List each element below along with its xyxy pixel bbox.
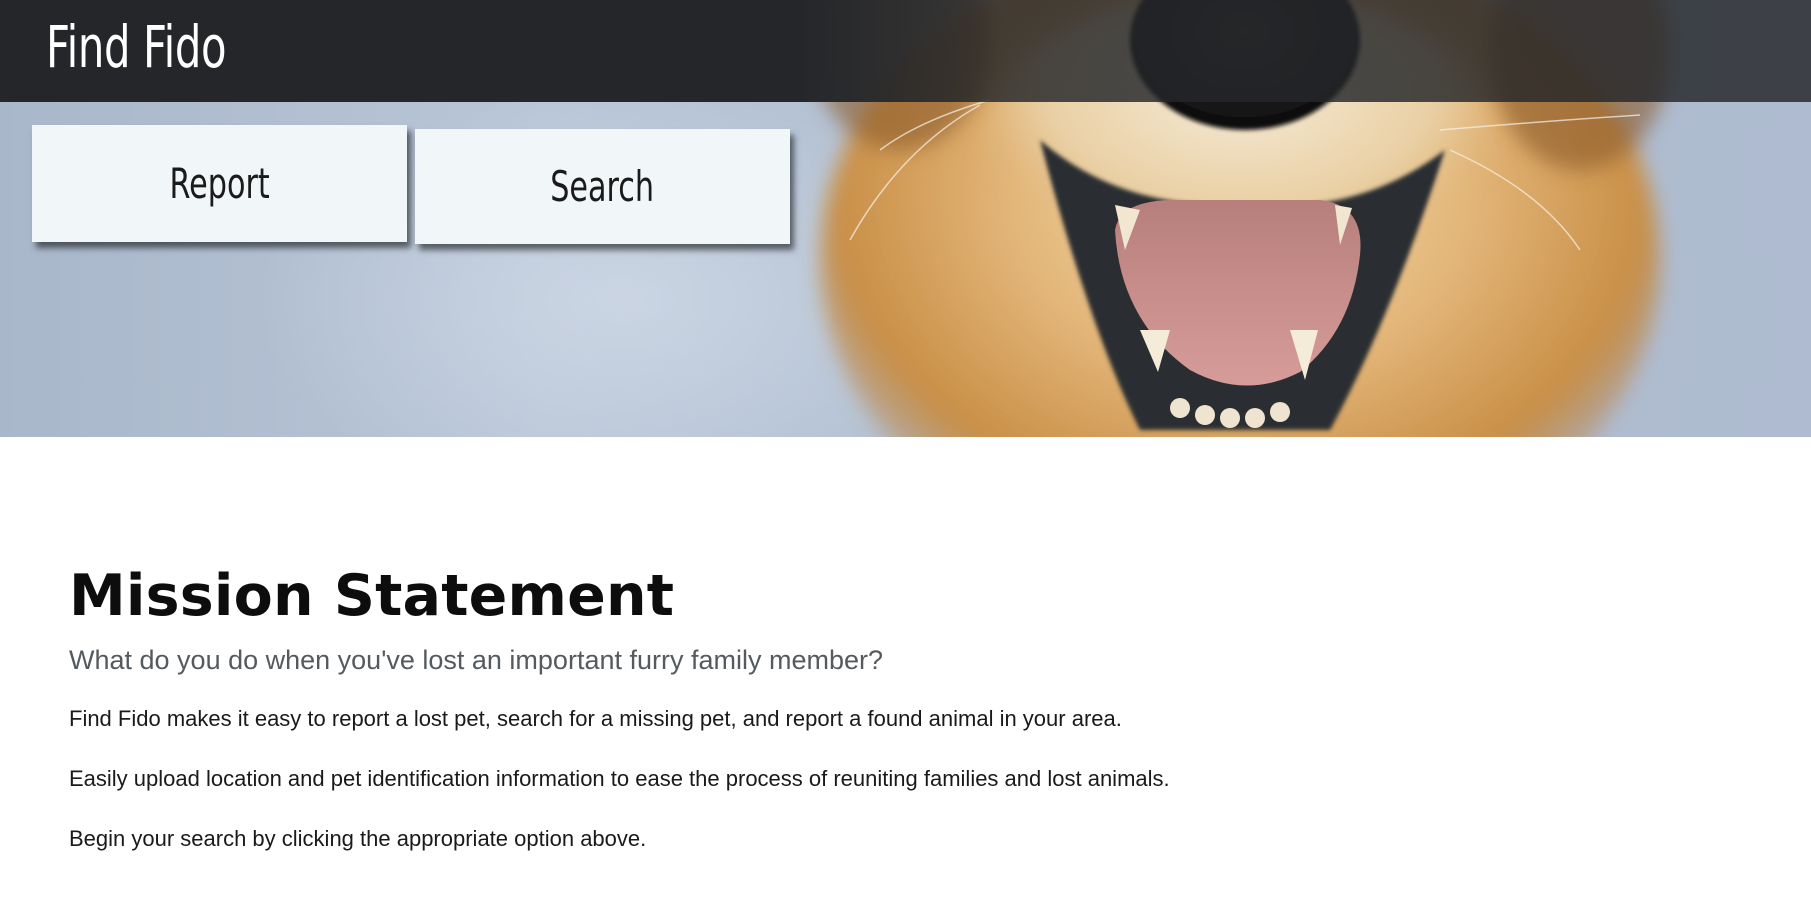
- report-button[interactable]: Report: [32, 125, 407, 242]
- brand-logo[interactable]: Find Fido: [46, 18, 227, 76]
- mission-section: Mission Statement What do you do when yo…: [69, 560, 1749, 854]
- search-button-label: Search: [550, 162, 655, 211]
- search-button[interactable]: Search: [415, 129, 790, 244]
- report-button-label: Report: [169, 159, 270, 208]
- mission-paragraph: Find Fido makes it easy to report a lost…: [69, 706, 1122, 731]
- mission-title: Mission Statement: [69, 563, 675, 629]
- mission-subtitle: What do you do when you've lost an impor…: [69, 645, 884, 675]
- top-navbar: [0, 0, 1811, 102]
- mission-paragraph: Begin your search by clicking the approp…: [69, 826, 647, 851]
- hero-banner: Find Fido Report Search: [0, 0, 1811, 437]
- mission-paragraph: Easily upload location and pet identific…: [69, 766, 1170, 791]
